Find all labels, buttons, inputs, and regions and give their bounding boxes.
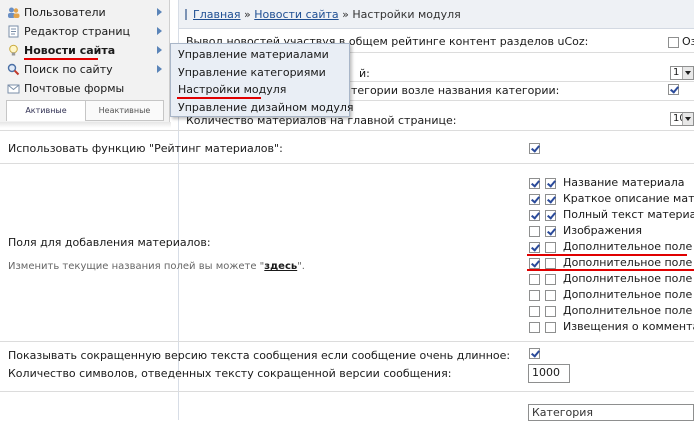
checkbox-field-4-enabled[interactable] — [545, 226, 556, 237]
checkbox-field-5-enabled[interactable] — [545, 242, 556, 253]
highlight-underline — [527, 269, 694, 271]
submenu-manage-materials[interactable]: Управление материалами — [178, 47, 329, 63]
short-chars-input[interactable]: 1000 — [528, 364, 570, 383]
breadcrumb-separator: » — [342, 8, 349, 21]
field-label-short-desc: Краткое описание материа — [563, 192, 694, 205]
field-label-extra-3: Дополнительное поле 3 — [563, 272, 694, 285]
chevron-right-icon — [157, 46, 162, 54]
mail-form-icon — [7, 84, 20, 94]
checkbox-field-7-enabled[interactable] — [545, 274, 556, 285]
news-bulb-icon — [9, 44, 18, 56]
checkbox-field-8-required[interactable] — [529, 290, 540, 301]
rename-fields-link[interactable]: здесь — [264, 261, 297, 272]
checkbox-row3[interactable] — [668, 84, 679, 95]
hint-text: ". — [297, 261, 305, 272]
setting-row2-label: й: — [359, 67, 370, 80]
chevron-down-icon — [682, 113, 693, 125]
setting-fields-label: Поля для добавления материалов: — [8, 236, 211, 249]
field-label-extra-4: Дополнительное поле 4 — [563, 288, 694, 301]
setting-right-label: Озн — [682, 35, 694, 48]
checkbox-field-3-enabled[interactable] — [545, 210, 556, 221]
chevron-right-icon — [157, 8, 162, 16]
checkbox-field-3-required[interactable] — [529, 210, 540, 221]
breadcrumb-marker — [185, 9, 187, 20]
field-label-comment-notify: Извещения о комментария — [563, 320, 694, 333]
breadcrumb: Главная » Новости сайта » Настройки моду… — [193, 8, 461, 21]
checkbox-rating[interactable] — [529, 143, 540, 154]
sidebar-item-label: Пользователи — [24, 6, 106, 19]
tab-active[interactable]: Активные — [7, 101, 86, 121]
checkbox-field-5-required[interactable] — [529, 242, 540, 253]
checkbox-field-1-required[interactable] — [529, 178, 540, 189]
row-divider — [0, 391, 694, 392]
sidebar-item-label: Почтовые формы — [24, 82, 125, 95]
tab-inactive[interactable]: Неактивные — [86, 101, 163, 121]
checkbox-field-2-required[interactable] — [529, 194, 540, 205]
breadcrumb-home-link[interactable]: Главная — [193, 8, 241, 21]
sidebar-shadow — [0, 122, 171, 128]
checkbox-field-6-enabled[interactable] — [545, 258, 556, 269]
sidebar-item-users[interactable]: Пользователи — [4, 3, 166, 22]
breadcrumb-section-link[interactable]: Новости сайта — [254, 8, 338, 21]
field-label-title: Название материала — [563, 176, 685, 189]
chevron-down-icon — [682, 67, 693, 79]
module-status-tabs: Активные Неактивные — [6, 100, 164, 121]
checkbox-field-7-required[interactable] — [529, 274, 540, 285]
sidebar-item-label: Поиск по сайту — [24, 63, 113, 76]
select-main-count[interactable]: 10 — [670, 112, 694, 126]
setting-rating-label: Использовать функцию "Рейтинг материалов… — [8, 142, 283, 155]
sidebar-item-site-search[interactable]: Поиск по сайту — [4, 60, 166, 79]
sidebar-item-mail-forms[interactable]: Почтовые формы — [4, 79, 166, 98]
page-editor-icon — [8, 25, 19, 38]
select-row2[interactable]: 1 — [670, 66, 694, 80]
row-divider — [0, 341, 694, 342]
breadcrumb-current: Настройки модуля — [352, 8, 461, 21]
submenu-manage-categories[interactable]: Управление категориями — [178, 65, 326, 81]
chevron-right-icon — [157, 27, 162, 35]
field-label-extra-5: Дополнительное поле 5 — [563, 304, 694, 317]
chevron-right-icon — [157, 65, 162, 73]
row-divider — [0, 163, 694, 164]
sidebar-item-label: Новости сайта — [24, 44, 116, 57]
checkbox-short-version[interactable] — [529, 348, 540, 359]
submenu-module-settings[interactable]: Настройки модуля — [178, 82, 286, 98]
checkbox-field-2-enabled[interactable] — [545, 194, 556, 205]
field-label-images: Изображения — [563, 224, 642, 237]
checkbox-field-9-required[interactable] — [529, 306, 540, 317]
news-submenu: Управление материалами Управление катего… — [170, 43, 354, 117]
checkbox-field-1-enabled[interactable] — [545, 178, 556, 189]
checkbox-ucoz-rating[interactable] — [668, 37, 679, 48]
rename-fields-hint: Изменить текущие названия полей вы может… — [8, 261, 305, 272]
setting-row3-label: тегории возле названия категории: — [351, 84, 560, 97]
field-label-extra-1: Дополнительное поле 1 — [563, 240, 694, 253]
users-icon — [8, 7, 20, 18]
select-value: 1 — [673, 67, 680, 78]
checkbox-field-10-enabled[interactable] — [545, 322, 556, 333]
checkbox-field-10-required[interactable] — [529, 322, 540, 333]
checkbox-field-8-enabled[interactable] — [545, 290, 556, 301]
submenu-module-design[interactable]: Управление дизайном модуля — [178, 100, 354, 116]
checkbox-field-4-required[interactable] — [529, 226, 540, 237]
setting-short-chars-label: Количество символов, отведенных тексту с… — [8, 367, 452, 380]
highlight-underline — [177, 97, 261, 99]
checkbox-field-9-enabled[interactable] — [545, 306, 556, 317]
checkbox-field-6-required[interactable] — [529, 258, 540, 269]
search-icon — [7, 63, 20, 76]
setting-short-version-label: Показывать сокращенную версию текста соо… — [8, 349, 511, 362]
sidebar-item-label: Редактор страниц — [24, 25, 131, 38]
breadcrumb-separator: » — [244, 8, 251, 21]
field-label-extra-2: Дополнительное поле 2 — [563, 256, 694, 269]
hint-text: Изменить текущие названия полей вы может… — [8, 261, 265, 272]
field-label-full-text: Полный текст материала — [563, 208, 694, 221]
row-divider — [0, 130, 694, 131]
category-field[interactable]: Категория — [528, 404, 694, 421]
sidebar-item-page-editor[interactable]: Редактор страниц — [4, 22, 166, 41]
